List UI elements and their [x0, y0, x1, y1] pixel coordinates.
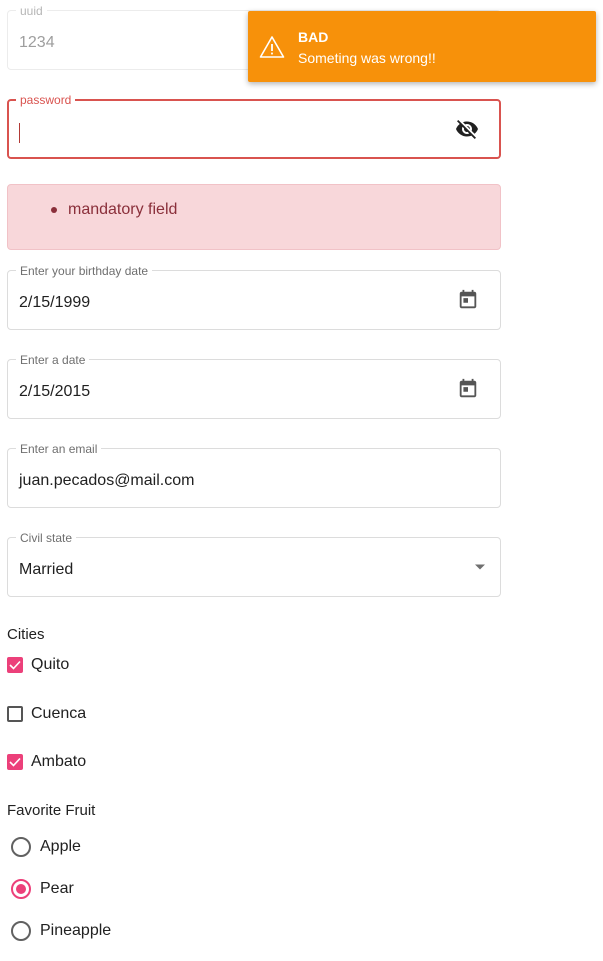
radio-pear[interactable]: Pear — [11, 878, 74, 900]
radio-label: Pear — [40, 880, 74, 897]
calendar-icon[interactable] — [456, 377, 480, 401]
toast-notification[interactable]: BAD Someting was wrong!! — [248, 11, 596, 82]
warning-icon — [259, 35, 285, 59]
error-item: mandatory field — [50, 201, 178, 218]
toast-title: BAD — [298, 29, 329, 45]
radio-label: Pineapple — [40, 922, 112, 939]
eye-off-icon[interactable] — [455, 117, 479, 141]
uuid-label: uuid — [16, 4, 47, 18]
favorite-fruit-title: Favorite Fruit — [7, 802, 96, 819]
civil-state-label: Civil state — [16, 531, 77, 545]
checkbox-label: Quito — [31, 656, 70, 673]
checkbox-box[interactable] — [7, 706, 23, 722]
birthday-date-value: 2/15/1999 — [19, 294, 91, 311]
checkbox-label: Ambato — [31, 753, 87, 770]
checkbox-quito[interactable]: Quito — [7, 655, 69, 675]
text-cursor — [19, 123, 20, 143]
date-label: Enter a date — [16, 353, 90, 367]
radio-pineapple[interactable]: Pineapple — [11, 920, 111, 942]
radio-apple[interactable]: Apple — [11, 836, 81, 858]
email-field[interactable]: Enter an email juan.pecados@mail.com — [7, 442, 501, 508]
date-value: 2/15/2015 — [19, 383, 91, 400]
radio-circle[interactable] — [11, 921, 31, 941]
birthday-date-field[interactable]: Enter your birthday date 2/15/1999 — [7, 264, 501, 330]
date-field[interactable]: Enter a date 2/15/2015 — [7, 353, 501, 419]
email-label: Enter an email — [16, 442, 102, 456]
dropdown-arrow-icon[interactable] — [468, 555, 492, 579]
checkbox-box[interactable] — [7, 657, 23, 673]
checkbox-box[interactable] — [7, 754, 23, 770]
civil-state-value: Married — [19, 561, 74, 578]
birthday-date-label: Enter your birthday date — [16, 264, 153, 278]
password-field[interactable]: password — [7, 93, 501, 159]
checkbox-label: Cuenca — [31, 705, 87, 722]
radio-dot — [16, 884, 26, 894]
error-alert: mandatory field — [7, 184, 501, 250]
cities-title: Cities — [7, 626, 45, 643]
checkbox-ambato[interactable]: Ambato — [7, 752, 86, 772]
password-label: password — [16, 93, 76, 107]
radio-label: Apple — [40, 838, 81, 855]
email-value: juan.pecados@mail.com — [19, 472, 195, 489]
calendar-icon[interactable] — [456, 288, 480, 312]
civil-state-select[interactable]: Civil state Married — [7, 531, 501, 597]
radio-circle[interactable] — [11, 837, 31, 857]
uuid-value: 1234 — [19, 34, 55, 51]
toast-message: Someting was wrong!! — [298, 50, 436, 66]
radio-circle[interactable] — [11, 879, 31, 899]
checkbox-cuenca[interactable]: Cuenca — [7, 704, 86, 724]
